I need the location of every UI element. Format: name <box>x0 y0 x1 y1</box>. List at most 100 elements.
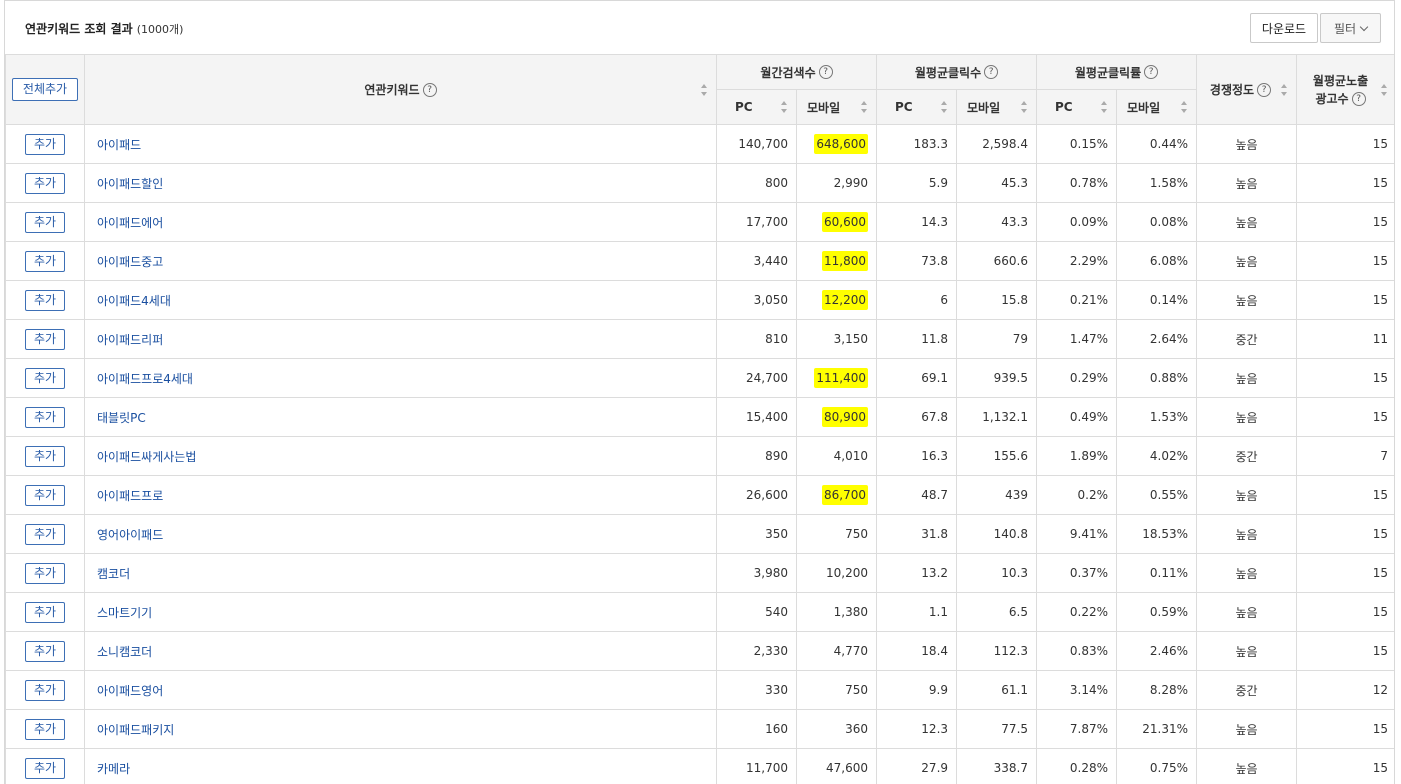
pc-ctr-header[interactable]: PC <box>1036 89 1118 125</box>
sort-icon[interactable] <box>1181 101 1188 113</box>
pc-clicks-cell: 67.8 <box>876 397 958 437</box>
mobile-search-header[interactable]: 모바일 <box>795 89 878 125</box>
keyword-column-header[interactable]: 연관키워드? <box>84 54 717 125</box>
pc-ctr-cell: 0.15% <box>1036 124 1118 164</box>
help-icon[interactable]: ? <box>818 65 833 79</box>
mobile-ctr-cell: 2.46% <box>1116 631 1198 671</box>
table-row: 추가 아이패드싸게사는법 890 4,010 16.3 155.6 1.89% 4.02% 중간… <box>5 436 1394 476</box>
keyword-link[interactable]: 아이패드영어 <box>84 670 717 710</box>
add-keyword-button[interactable]: 추가 <box>25 367 65 389</box>
help-icon[interactable]: ? <box>1257 82 1272 97</box>
add-cell: 추가 <box>5 319 85 359</box>
chevron-down-icon <box>1359 22 1369 31</box>
filter-button[interactable]: 필터 <box>1320 13 1381 43</box>
keyword-link[interactable]: 아이패드할인 <box>84 163 717 203</box>
add-keyword-button[interactable]: 추가 <box>25 523 65 545</box>
mobile-clicks-cell: 43.3 <box>956 202 1038 242</box>
keyword-link[interactable]: 아이패드에어 <box>84 202 717 242</box>
mobile-search-value: 11,800 <box>822 251 869 271</box>
mobile-search-cell: 47,600 <box>795 748 878 784</box>
keyword-link[interactable]: 영어아이패드 <box>84 514 717 554</box>
sort-icon[interactable] <box>861 101 868 113</box>
add-all-button[interactable]: 전체추가 <box>12 78 78 101</box>
table-row: 추가 아이패드에어 17,700 60,600 14.3 43.3 0.09% 0.08% 높음… <box>5 202 1394 242</box>
pc-clicks-header[interactable]: PC <box>876 89 958 125</box>
add-keyword-button[interactable]: 추가 <box>25 601 65 623</box>
keyword-link[interactable]: 캠코더 <box>84 553 717 593</box>
mobile-clicks-cell: 140.8 <box>956 514 1038 554</box>
mobile-search-value: 750 <box>845 527 869 541</box>
pc-ctr-cell: 0.28% <box>1036 748 1118 784</box>
add-cell: 추가 <box>5 748 85 784</box>
keyword-link[interactable]: 아이패드프로4세대 <box>84 358 717 398</box>
competition-cell: 높음 <box>1196 241 1298 281</box>
help-icon[interactable]: ? <box>422 82 437 97</box>
help-icon[interactable]: ? <box>1144 65 1159 79</box>
download-button[interactable]: 다운로드 <box>1250 13 1318 43</box>
table-row: 추가 아이패드영어 330 750 9.9 61.1 3.14% 8.28% 중간 12 <box>5 670 1394 710</box>
table-row: 추가 아이패드 140,700 648,600 183.3 2,598.4 0.15% 0.4… <box>5 124 1394 164</box>
add-keyword-button[interactable]: 추가 <box>25 406 65 428</box>
results-title: 연관키워드 조회 결과 (1000개) <box>25 20 183 37</box>
keyword-link[interactable]: 소니캠코더 <box>84 631 717 671</box>
pc-clicks-cell: 12.3 <box>876 709 958 749</box>
competition-column-header[interactable]: 경쟁정도? <box>1196 54 1298 125</box>
mobile-search-cell: 10,200 <box>795 553 878 593</box>
keyword-link[interactable]: 스마트기기 <box>84 592 717 632</box>
results-count: (1000개) <box>136 23 184 36</box>
mobile-clicks-header[interactable]: 모바일 <box>956 89 1038 125</box>
add-keyword-button[interactable]: 추가 <box>25 133 65 155</box>
table-row: 추가 아이패드프로4세대 24,700 111,400 69.1 939.5 0.29% 0.… <box>5 358 1394 398</box>
mobile-ctr-cell: 0.55% <box>1116 475 1198 515</box>
mobile-search-cell: 80,900 <box>795 397 878 437</box>
keyword-link[interactable]: 아이패드프로 <box>84 475 717 515</box>
sort-icon[interactable] <box>1381 83 1388 96</box>
add-keyword-button[interactable]: 추가 <box>25 718 65 740</box>
sort-icon[interactable] <box>1281 83 1288 96</box>
mobile-ctr-header[interactable]: 모바일 <box>1116 89 1198 125</box>
add-keyword-button[interactable]: 추가 <box>25 211 65 233</box>
add-keyword-button[interactable]: 추가 <box>25 172 65 194</box>
ad-count-column-header[interactable]: 월평균노출 광고수? <box>1296 54 1394 125</box>
add-keyword-button[interactable]: 추가 <box>25 250 65 272</box>
add-cell: 추가 <box>5 670 85 710</box>
pc-search-cell: 2,330 <box>716 631 797 671</box>
keyword-link[interactable]: 카메라 <box>84 748 717 784</box>
keyword-link[interactable]: 아이패드리퍼 <box>84 319 717 359</box>
add-cell: 추가 <box>5 631 85 671</box>
mobile-search-cell: 111,400 <box>795 358 878 398</box>
add-keyword-button[interactable]: 추가 <box>25 640 65 662</box>
ad-count-cell: 15 <box>1296 592 1394 632</box>
sort-icon[interactable] <box>1101 101 1108 113</box>
pc-ctr-cell: 0.29% <box>1036 358 1118 398</box>
pc-search-header[interactable]: PC <box>716 89 797 125</box>
keyword-link[interactable]: 아이패드싸게사는법 <box>84 436 717 476</box>
add-keyword-button[interactable]: 추가 <box>25 562 65 584</box>
keyword-link[interactable]: 태블릿PC <box>84 397 717 437</box>
pc-search-cell: 800 <box>716 163 797 203</box>
sort-icon[interactable] <box>781 101 788 113</box>
keyword-link[interactable]: 아이패드4세대 <box>84 280 717 320</box>
mobile-search-cell: 1,380 <box>795 592 878 632</box>
add-keyword-button[interactable]: 추가 <box>25 679 65 701</box>
help-icon[interactable]: ? <box>984 65 999 79</box>
table-row: 추가 태블릿PC 15,400 80,900 67.8 1,132.1 0.49% 1.53%… <box>5 397 1394 437</box>
keyword-link[interactable]: 아이패드패키지 <box>84 709 717 749</box>
mobile-search-value: 2,990 <box>833 176 869 190</box>
keyword-link[interactable]: 아이패드중고 <box>84 241 717 281</box>
add-cell: 추가 <box>5 709 85 749</box>
add-keyword-button[interactable]: 추가 <box>25 289 65 311</box>
ad-count-cell: 15 <box>1296 280 1394 320</box>
add-keyword-button[interactable]: 추가 <box>25 445 65 467</box>
add-keyword-button[interactable]: 추가 <box>25 328 65 350</box>
sort-icon[interactable] <box>941 101 948 113</box>
keyword-link[interactable]: 아이패드 <box>84 124 717 164</box>
help-icon[interactable]: ? <box>1351 92 1366 106</box>
pc-search-cell: 890 <box>716 436 797 476</box>
ad-count-cell: 15 <box>1296 709 1394 749</box>
competition-cell: 높음 <box>1196 514 1298 554</box>
add-keyword-button[interactable]: 추가 <box>25 757 65 779</box>
sort-icon[interactable] <box>701 83 708 96</box>
sort-icon[interactable] <box>1021 101 1028 113</box>
add-keyword-button[interactable]: 추가 <box>25 484 65 506</box>
